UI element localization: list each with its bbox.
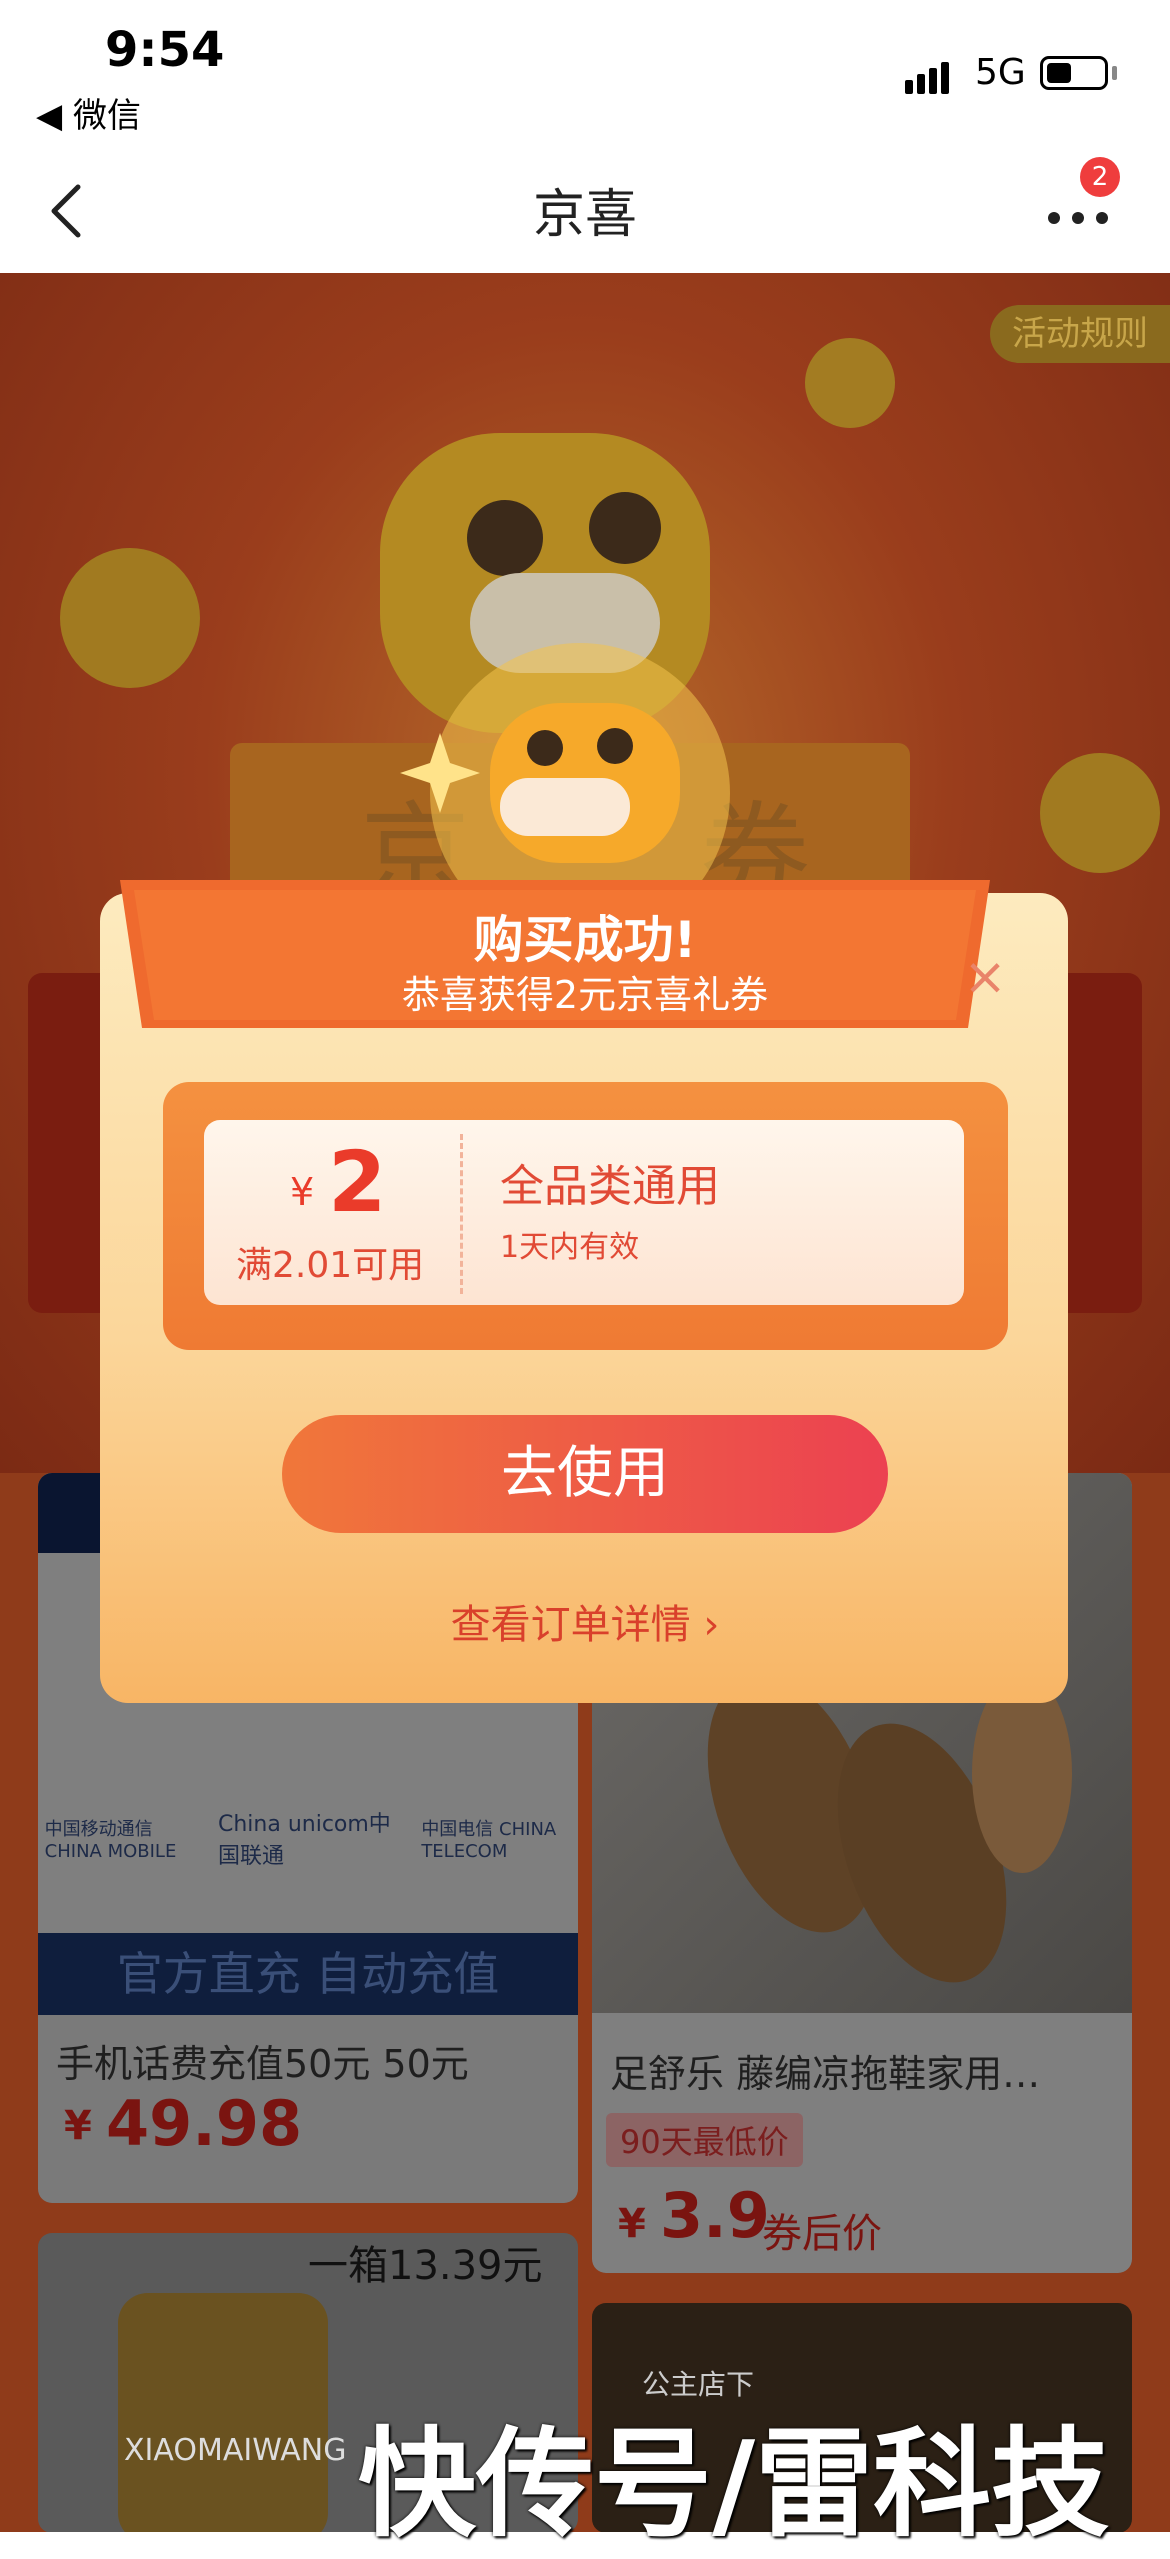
coupon-scope: 全品类通用 [500,1161,720,1212]
carrier-logos: 中国移动通信 CHINA MOBILE China unicom中国联通 中国电… [38,1803,578,1873]
china-unicom-logo: China unicom中国联通 [217,1812,391,1869]
product-title: 足舒乐 藤编凉拖鞋家用… [610,2052,1041,2096]
currency-symbol: ¥ [64,2103,92,2149]
official-recharge-banner: 官方直充 自动充值 [38,1933,578,2015]
coupon-validity: 1天内有效 [500,1230,640,1265]
use-coupon-label: 去使用 [501,1441,669,1506]
battery-cap [1112,66,1117,80]
currency-symbol: ¥ [618,2201,646,2247]
success-subtitle: 恭喜获得2元京喜礼券 [401,973,769,1017]
coupon-condition: 满2.01可用 [236,1245,425,1286]
product-price: 3.9 [660,2179,770,2252]
beer-brand: XIAOMAIWANG [124,2433,347,2468]
network-label: 5G [975,52,1026,93]
china-telecom-logo: 中国电信 CHINA TELECOM [421,1818,557,1862]
view-order-details-link[interactable]: 查看订单详情 › [0,1592,1170,1650]
back-to-wechat-link[interactable]: ◀ 微信 [36,88,141,137]
promo-text: 一箱13.39元 [308,2243,543,2289]
lowest-price-tag: 90天最低价 [606,2113,803,2167]
product-price: 49.98 [106,2087,303,2160]
page-title: 京喜 [532,185,637,245]
china-mobile-logo: 中国移动通信 CHINA MOBILE [44,1818,177,1862]
close-icon[interactable]: × [960,951,1010,1003]
activity-rules-button[interactable]: 活动规则 [990,305,1170,363]
price-suffix: 券后价 [762,2211,882,2257]
coupon-currency: ¥ [290,1170,315,1214]
battery-icon [1040,56,1108,90]
watermark: 快传号/雷科技 [358,2415,1110,2553]
notification-badge: 2 [1080,157,1120,197]
status-time: 9:54 [105,22,225,78]
beer-can [118,2293,328,2532]
use-coupon-button[interactable]: 去使用 [282,1415,888,1555]
product-title: 手机话费充值50元 50元 [56,2042,469,2086]
coupon-amount: 2 [328,1133,387,1231]
coupon-divider [460,1134,463,1294]
success-title: 购买成功! [473,911,697,969]
signal-icon [905,62,949,94]
